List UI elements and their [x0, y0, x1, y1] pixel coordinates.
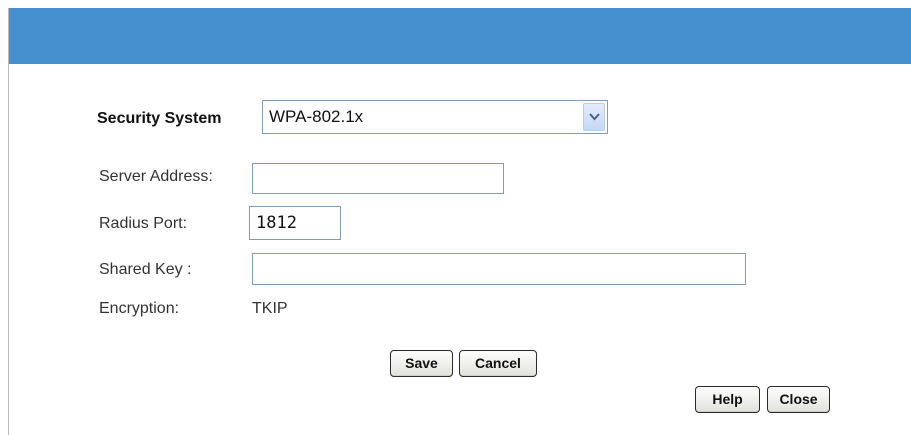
cancel-button[interactable]: Cancel: [459, 350, 537, 377]
encryption-value: TKIP: [252, 300, 288, 317]
server-address-input[interactable]: [252, 163, 504, 194]
security-system-label: Security System: [97, 110, 222, 127]
frame-top-margin: [8, 0, 911, 8]
shared-key-input[interactable]: [252, 253, 746, 285]
security-settings-page: Security System WPA-802.1x Server Addres…: [0, 0, 911, 435]
shared-key-label: Shared Key :: [99, 261, 192, 278]
frame-left-border: [8, 0, 9, 435]
radius-port-label: Radius Port:: [99, 215, 188, 232]
help-button[interactable]: Help: [695, 386, 760, 413]
save-button[interactable]: Save: [390, 350, 453, 377]
radius-port-input[interactable]: [249, 206, 341, 240]
security-system-select[interactable]: WPA-802.1x: [262, 100, 608, 134]
close-button[interactable]: Close: [767, 386, 830, 413]
chevron-down-icon[interactable]: [583, 103, 605, 131]
encryption-label: Encryption:: [99, 300, 180, 317]
header-banner: [9, 8, 911, 64]
security-system-selected-value: WPA-802.1x: [269, 107, 364, 126]
server-address-label: Server Address:: [99, 168, 213, 185]
